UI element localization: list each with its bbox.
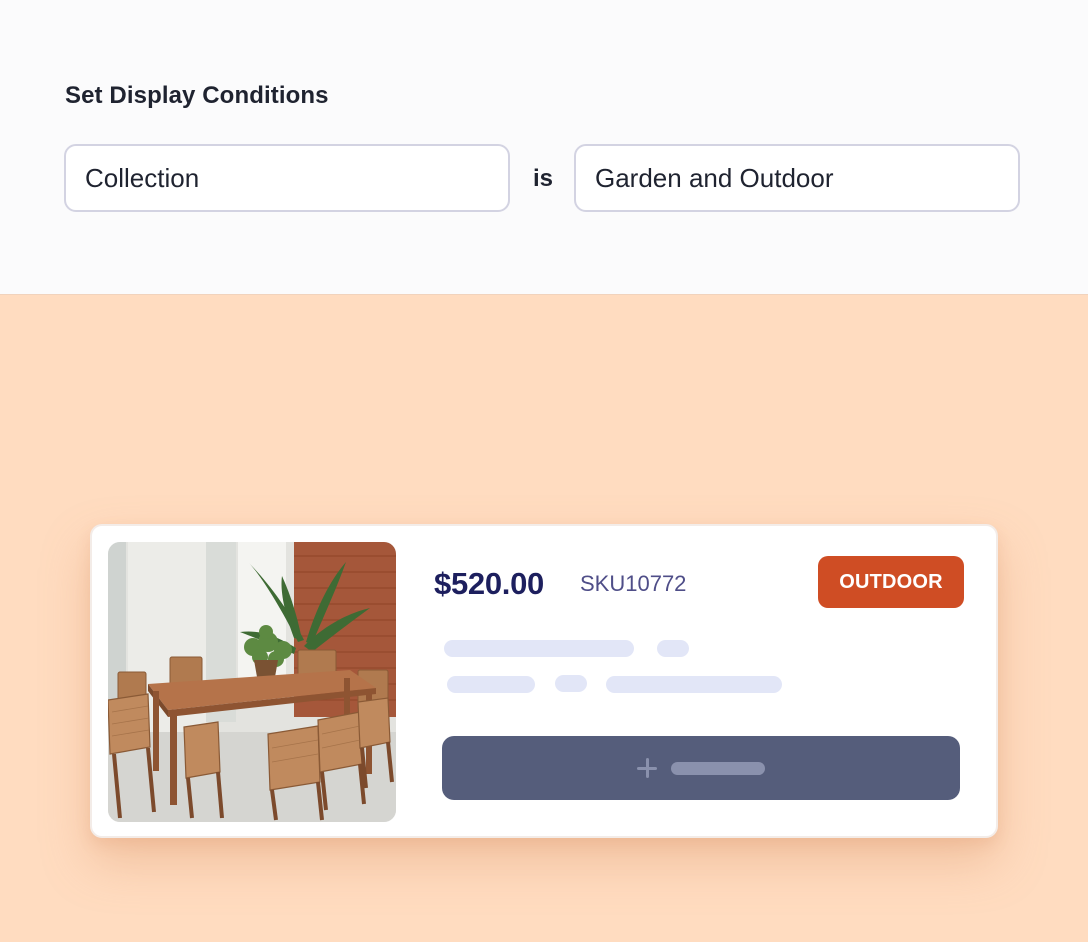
product-price: $520.00	[434, 566, 544, 601]
condition-value-input[interactable]	[576, 162, 1018, 194]
condition-field-select[interactable]	[64, 144, 510, 212]
button-label-placeholder	[671, 761, 765, 775]
condition-value-select[interactable]	[574, 144, 1020, 212]
collection-badge: OUTDOOR	[818, 556, 964, 608]
add-to-cart-button[interactable]	[442, 736, 960, 800]
product-sku: SKU10772	[580, 571, 687, 596]
detail-placeholder-bar	[555, 675, 587, 692]
title-placeholder-bar	[657, 640, 689, 657]
condition-field-input[interactable]	[66, 162, 508, 194]
outdoor-dining-set-photo-icon	[108, 542, 396, 822]
detail-placeholder-bar	[447, 676, 535, 693]
condition-operator: is	[533, 165, 554, 192]
title-placeholder-bar	[444, 640, 634, 657]
section-title: Set Display Conditions	[65, 82, 329, 109]
display-conditions-panel: Set Display Conditions is	[0, 0, 1088, 295]
product-card: $520.00 SKU10772 OUTDOOR	[90, 524, 998, 838]
product-image	[108, 542, 396, 822]
detail-placeholder-bar	[606, 676, 782, 693]
plus-icon	[637, 758, 657, 778]
